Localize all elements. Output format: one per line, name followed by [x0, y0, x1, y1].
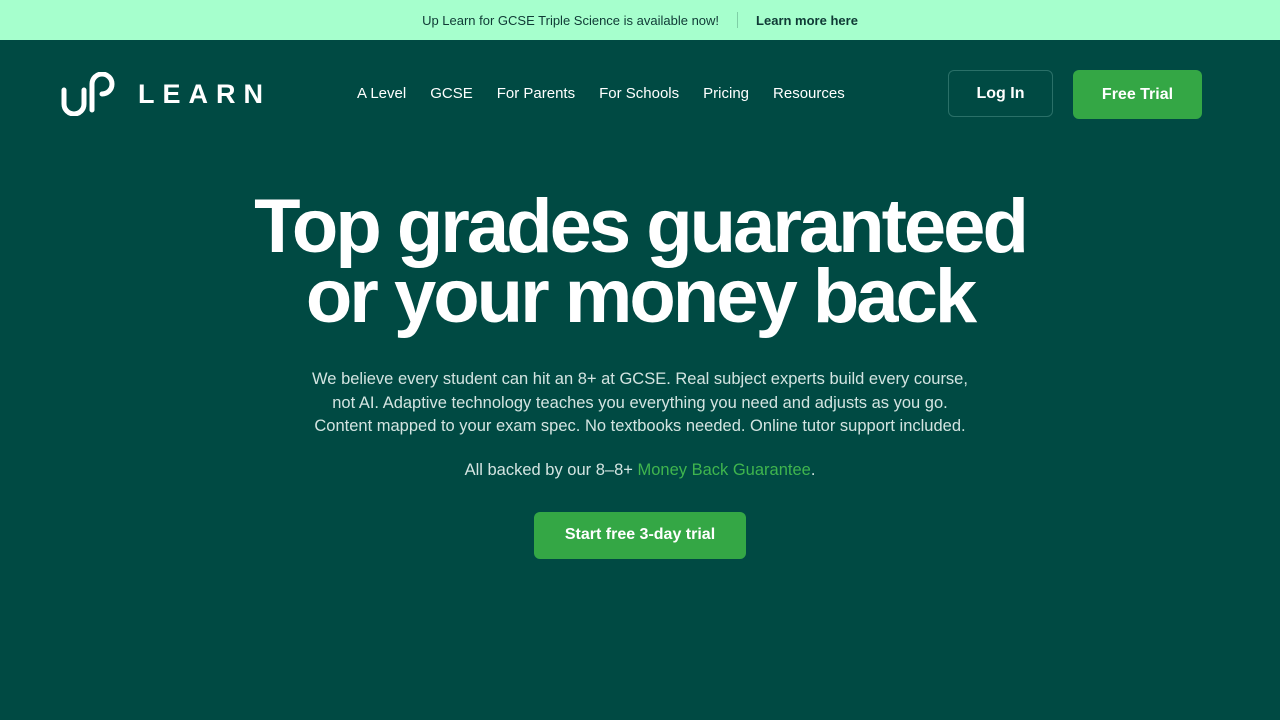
guarantee-suffix: . — [810, 460, 816, 479]
hero-title: Top grades guaranteed or your money back — [0, 189, 1280, 335]
nav-item-for-parents[interactable]: For Parents — [497, 85, 575, 102]
announcement-text: Up Learn for GCSE Triple Science is avai… — [422, 12, 720, 28]
hero-description: We believe every student can hit an 8+ a… — [312, 370, 968, 435]
guarantee-prefix: All backed by our 8–8+ — [464, 460, 638, 479]
main-navbar: LEARN A Level GCSE For Parents For Schoo… — [0, 40, 1280, 150]
primary-nav: A Level GCSE For Parents For Schools Pri… — [345, 85, 857, 102]
nav-item-gcse[interactable]: GCSE — [430, 85, 473, 102]
hero-section: Top grades guaranteed or your money back… — [0, 189, 1280, 559]
free-trial-button[interactable]: Free Trial — [1073, 70, 1202, 119]
up-logo-mark-icon — [61, 72, 115, 116]
login-button[interactable]: Log In — [948, 70, 1053, 117]
guarantee-line: All backed by our 8–8+ Money Back Guaran… — [0, 461, 1280, 480]
announcement-divider — [737, 12, 739, 28]
announcement-bar: Up Learn for GCSE Triple Science is avai… — [0, 0, 1280, 40]
nav-item-for-schools[interactable]: For Schools — [599, 85, 679, 102]
nav-item-resources[interactable]: Resources — [773, 85, 845, 102]
nav-item-a-level[interactable]: A Level — [357, 85, 406, 102]
start-trial-button[interactable]: Start free 3-day trial — [534, 511, 746, 559]
learn-more-link[interactable]: Learn more here — [756, 13, 858, 28]
hero-title-line-2: or your money back — [305, 254, 977, 339]
logo-wordmark: LEARN — [138, 78, 271, 109]
nav-item-pricing[interactable]: Pricing — [703, 85, 749, 102]
up-learn-logo[interactable]: LEARN — [60, 72, 271, 116]
money-back-guarantee-link[interactable]: Money Back Guarantee — [637, 461, 810, 479]
